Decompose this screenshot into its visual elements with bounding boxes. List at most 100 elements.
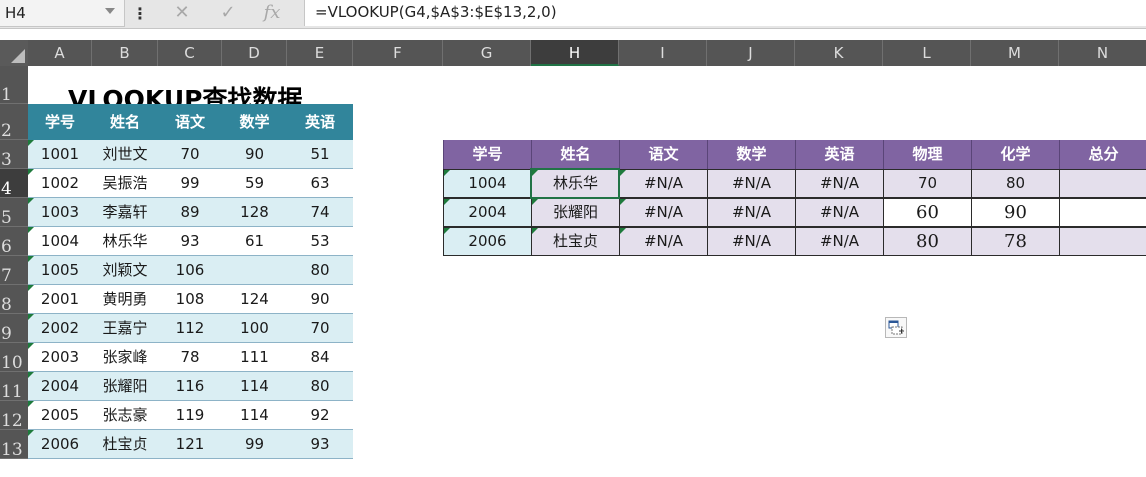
source-cell[interactable]: 70 (287, 314, 353, 343)
column-header-m[interactable]: M (971, 40, 1059, 66)
source-cell[interactable]: 111 (222, 343, 287, 372)
lookup-cell[interactable]: 2004 (443, 198, 531, 227)
source-cell[interactable]: 1004 (28, 227, 92, 256)
column-header-f[interactable]: F (353, 40, 443, 66)
source-cell[interactable]: 51 (287, 140, 353, 169)
chevron-down-icon[interactable] (105, 8, 115, 14)
column-header-e[interactable]: E (287, 40, 353, 66)
row-header-1[interactable]: 1 (0, 66, 28, 105)
row-header-13[interactable]: 13 (0, 430, 28, 460)
source-cell[interactable]: 刘颖文 (92, 256, 158, 285)
source-cell[interactable]: 128 (222, 198, 287, 227)
column-header-j[interactable]: J (707, 40, 795, 66)
source-cell[interactable]: 2006 (28, 430, 92, 459)
lookup-cell[interactable]: #N/A (707, 198, 795, 227)
source-cell[interactable]: 80 (287, 372, 353, 401)
source-cell[interactable]: 99 (158, 169, 222, 198)
source-cell[interactable]: 2001 (28, 285, 92, 314)
source-cell[interactable]: 114 (222, 372, 287, 401)
lookup-header-cell[interactable]: 物理 (883, 140, 971, 169)
column-header-n[interactable]: N (1059, 40, 1146, 66)
row-header-8[interactable]: 8 (0, 285, 28, 315)
source-cell[interactable]: 80 (287, 256, 353, 285)
lookup-cell[interactable]: 张耀阳 (531, 198, 619, 227)
formula-input[interactable]: =VLOOKUP(G4,$A$3:$E$13,2,0) (304, 0, 1146, 26)
source-cell[interactable]: 90 (287, 285, 353, 314)
lookup-cell[interactable]: 90 (971, 198, 1059, 227)
lookup-header-cell[interactable]: 数学 (707, 140, 795, 169)
source-cell[interactable]: 93 (287, 430, 353, 459)
lookup-cell[interactable]: #N/A (795, 169, 883, 198)
column-header-h[interactable]: H (531, 40, 619, 66)
source-header-cell[interactable]: 学号 (28, 104, 92, 140)
lookup-cell[interactable]: 70 (883, 169, 971, 198)
source-header-cell[interactable]: 姓名 (92, 104, 158, 140)
source-cell[interactable]: 116 (158, 372, 222, 401)
row-header-6[interactable]: 6 (0, 227, 28, 257)
source-cell[interactable]: 张家峰 (92, 343, 158, 372)
lookup-cell[interactable] (1059, 227, 1146, 256)
column-header-b[interactable]: B (92, 40, 158, 66)
source-cell[interactable]: 杜宝贞 (92, 430, 158, 459)
lookup-cell[interactable]: 杜宝贞 (531, 227, 619, 256)
source-cell[interactable]: 63 (287, 169, 353, 198)
source-cell[interactable]: 李嘉轩 (92, 198, 158, 227)
source-cell[interactable]: 89 (158, 198, 222, 227)
source-cell[interactable]: 112 (158, 314, 222, 343)
source-header-cell[interactable]: 英语 (287, 104, 353, 140)
column-header-d[interactable]: D (222, 40, 287, 66)
source-cell[interactable]: 119 (158, 401, 222, 430)
row-header-2[interactable]: 2 (0, 104, 28, 141)
row-header-9[interactable]: 9 (0, 314, 28, 344)
source-cell[interactable]: 106 (158, 256, 222, 285)
check-icon[interactable]: ✓ (214, 2, 242, 24)
source-cell[interactable]: 53 (287, 227, 353, 256)
row-header-10[interactable]: 10 (0, 343, 28, 373)
source-cell[interactable]: 124 (222, 285, 287, 314)
source-cell[interactable]: 90 (222, 140, 287, 169)
lookup-cell[interactable]: 林乐华 (531, 169, 619, 198)
paste-options-icon[interactable] (885, 317, 907, 338)
source-cell[interactable]: 84 (287, 343, 353, 372)
source-cell[interactable]: 59 (222, 169, 287, 198)
source-cell[interactable]: 78 (158, 343, 222, 372)
fx-icon[interactable]: fx (258, 2, 286, 24)
column-header-g[interactable]: G (443, 40, 531, 66)
source-cell[interactable]: 92 (287, 401, 353, 430)
lookup-header-cell[interactable]: 学号 (443, 140, 531, 169)
select-all-button[interactable] (0, 40, 28, 66)
source-cell[interactable]: 张志豪 (92, 401, 158, 430)
lookup-header-cell[interactable]: 姓名 (531, 140, 619, 169)
source-cell[interactable]: 114 (222, 401, 287, 430)
row-header-7[interactable]: 7 (0, 256, 28, 286)
lookup-cell[interactable]: 80 (883, 227, 971, 256)
source-cell[interactable]: 刘世文 (92, 140, 158, 169)
source-cell[interactable]: 61 (222, 227, 287, 256)
lookup-header-cell[interactable]: 总分 (1059, 140, 1146, 169)
lookup-cell[interactable]: #N/A (619, 227, 707, 256)
source-cell[interactable]: 黄明勇 (92, 285, 158, 314)
lookup-cell[interactable]: #N/A (619, 198, 707, 227)
lookup-cell[interactable]: #N/A (795, 227, 883, 256)
row-header-3[interactable]: 3 (0, 140, 28, 170)
source-cell[interactable]: 1005 (28, 256, 92, 285)
row-header-5[interactable]: 5 (0, 198, 28, 228)
source-cell[interactable]: 2004 (28, 372, 92, 401)
source-cell[interactable]: 2002 (28, 314, 92, 343)
lookup-cell[interactable]: 60 (883, 198, 971, 227)
source-cell[interactable]: 1002 (28, 169, 92, 198)
source-cell[interactable]: 王嘉宁 (92, 314, 158, 343)
lookup-cell[interactable]: 1004 (443, 169, 531, 198)
column-header-i[interactable]: I (619, 40, 707, 66)
source-cell[interactable]: 1001 (28, 140, 92, 169)
source-cell[interactable]: 99 (222, 430, 287, 459)
source-cell[interactable]: 1003 (28, 198, 92, 227)
source-cell[interactable]: 林乐华 (92, 227, 158, 256)
row-header-11[interactable]: 11 (0, 372, 28, 402)
column-header-a[interactable]: A (28, 40, 92, 66)
source-cell[interactable]: 吴振浩 (92, 169, 158, 198)
lookup-cell[interactable]: 78 (971, 227, 1059, 256)
source-cell[interactable]: 2003 (28, 343, 92, 372)
lookup-cell[interactable]: #N/A (619, 169, 707, 198)
lookup-cell[interactable]: 80 (971, 169, 1059, 198)
